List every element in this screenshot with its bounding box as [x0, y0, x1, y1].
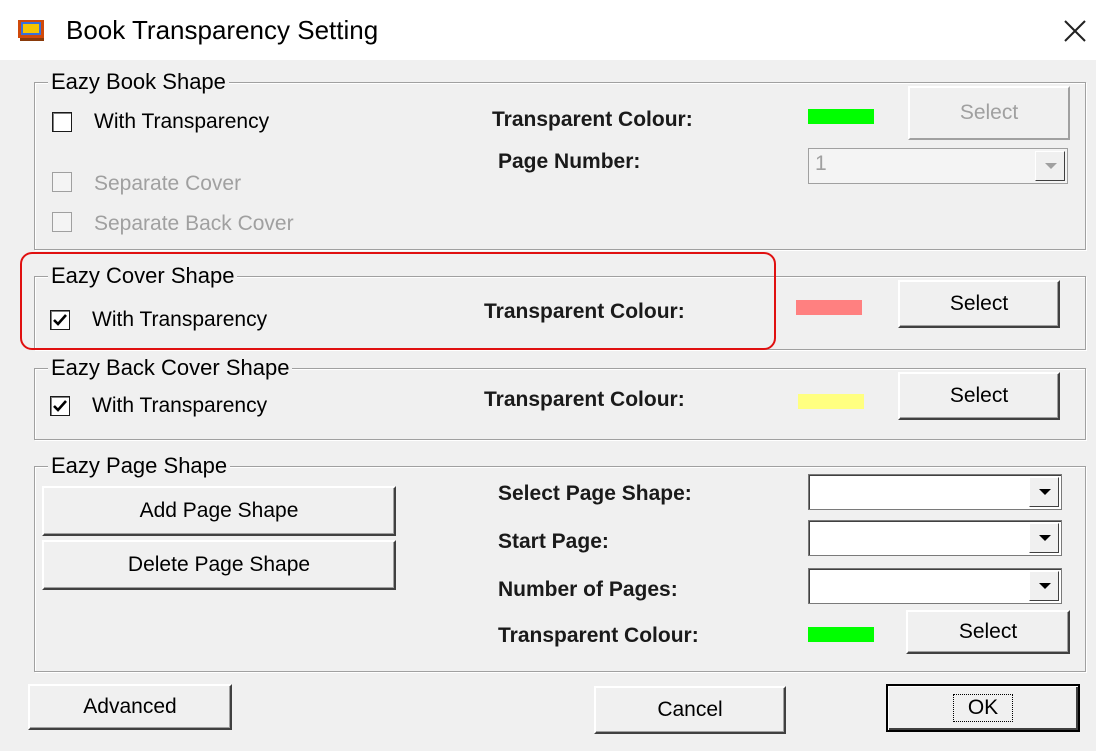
- book-shape-legend: Eazy Book Shape: [48, 70, 229, 94]
- book-page-number-label: Page Number:: [498, 150, 641, 173]
- page-select-button[interactable]: Select: [906, 610, 1070, 654]
- dialog-body: Eazy Book Shape With Transparency Transp…: [0, 60, 1096, 751]
- back-cover-select-button[interactable]: Select: [898, 372, 1060, 420]
- separate-back-cover-label: Separate Back Cover: [94, 212, 294, 235]
- select-page-shape-label: Select Page Shape:: [498, 482, 692, 505]
- number-of-pages-label: Number of Pages:: [498, 578, 678, 601]
- page-shape-legend: Eazy Page Shape: [48, 454, 231, 478]
- book-page-number-value: 1: [815, 152, 827, 175]
- select-page-shape-dropdown[interactable]: [808, 474, 1062, 510]
- back-cover-shape-legend: Eazy Back Cover Shape: [48, 356, 293, 380]
- separate-cover-label: Separate Cover: [94, 172, 242, 195]
- book-transparent-colour-label: Transparent Colour:: [492, 108, 693, 131]
- page-transparent-colour-label: Transparent Colour:: [498, 624, 699, 647]
- check-icon: [53, 400, 67, 412]
- check-icon: [53, 314, 67, 326]
- start-page-dropdown[interactable]: [808, 520, 1062, 556]
- chevron-down-icon[interactable]: [1029, 523, 1059, 553]
- title-bar: Book Transparency Setting: [0, 0, 1096, 60]
- cover-colour-swatch: [796, 300, 862, 315]
- delete-page-shape-button[interactable]: Delete Page Shape: [42, 540, 396, 590]
- number-of-pages-dropdown[interactable]: [808, 568, 1062, 604]
- cover-with-transparency-checkbox[interactable]: [50, 310, 70, 330]
- book-page-number-select[interactable]: 1: [808, 148, 1068, 184]
- back-cover-transparent-colour-label: Transparent Colour:: [484, 388, 685, 411]
- back-cover-with-transparency-checkbox[interactable]: [50, 396, 70, 416]
- advanced-button[interactable]: Advanced: [28, 684, 232, 730]
- book-select-button[interactable]: Select: [908, 86, 1070, 140]
- chevron-down-icon[interactable]: [1029, 477, 1059, 507]
- back-cover-with-transparency-label: With Transparency: [92, 394, 268, 417]
- book-colour-swatch: [808, 109, 874, 124]
- chevron-down-icon[interactable]: [1029, 571, 1059, 601]
- cover-shape-legend: Eazy Cover Shape: [48, 264, 238, 288]
- app-icon: [18, 18, 46, 42]
- chevron-down-icon[interactable]: [1035, 151, 1065, 181]
- window-title: Book Transparency Setting: [66, 15, 379, 45]
- start-page-label: Start Page:: [498, 530, 609, 553]
- cover-transparent-colour-label: Transparent Colour:: [484, 300, 685, 323]
- separate-back-cover-checkbox[interactable]: [52, 212, 72, 232]
- cancel-button[interactable]: Cancel: [594, 686, 786, 734]
- ok-button[interactable]: OK: [886, 684, 1080, 732]
- page-colour-swatch: [808, 627, 874, 642]
- cover-select-button[interactable]: Select: [898, 280, 1060, 328]
- book-with-transparency-checkbox[interactable]: [52, 112, 72, 132]
- back-cover-colour-swatch: [798, 394, 864, 409]
- close-icon[interactable]: [1062, 18, 1088, 44]
- book-with-transparency-label: With Transparency: [94, 110, 270, 133]
- add-page-shape-button[interactable]: Add Page Shape: [42, 486, 396, 536]
- cover-with-transparency-label: With Transparency: [92, 308, 268, 331]
- separate-cover-checkbox[interactable]: [52, 172, 72, 192]
